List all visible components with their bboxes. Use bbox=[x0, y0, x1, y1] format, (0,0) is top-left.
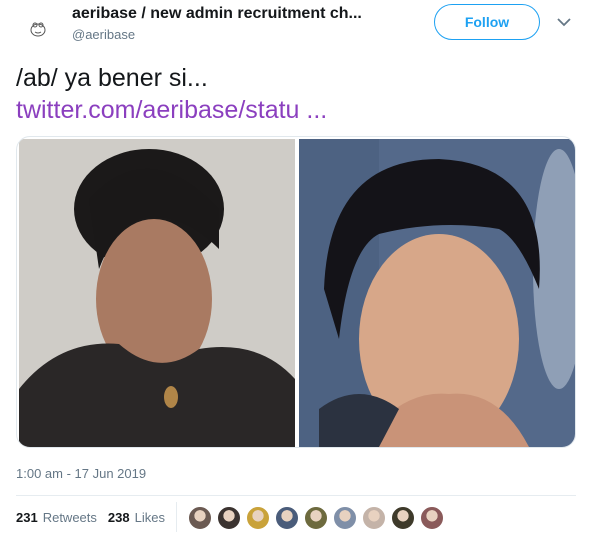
liker-avatar[interactable] bbox=[362, 506, 386, 530]
likes-count[interactable]: 238 bbox=[108, 510, 130, 525]
tweet-link[interactable]: twitter.com/aeribase/statu ... bbox=[16, 94, 327, 126]
tweet-stats: 231 Retweets 238 Likes bbox=[16, 510, 176, 525]
photo-right[interactable] bbox=[299, 139, 575, 447]
retweets-count[interactable]: 231 bbox=[16, 510, 38, 525]
user-handle[interactable]: @aeribase bbox=[72, 27, 135, 42]
tweet-text: /ab/ ya bener si... bbox=[16, 64, 208, 92]
avatar[interactable] bbox=[18, 8, 58, 48]
liker-avatar[interactable] bbox=[304, 506, 328, 530]
chevron-down-icon[interactable] bbox=[556, 16, 572, 28]
frog-doodle-icon bbox=[30, 22, 46, 37]
likes-label[interactable]: Likes bbox=[135, 510, 165, 525]
media-grid bbox=[16, 136, 576, 448]
retweets-label[interactable]: Retweets bbox=[43, 510, 97, 525]
divider bbox=[16, 495, 576, 496]
liker-avatar[interactable] bbox=[333, 506, 357, 530]
stats-divider bbox=[176, 502, 177, 532]
liker-avatar[interactable] bbox=[275, 506, 299, 530]
portrait-photo-right bbox=[299, 139, 575, 447]
liker-avatar[interactable] bbox=[420, 506, 444, 530]
tweet-card: aeribase / new admin recruitment ch... @… bbox=[0, 0, 607, 539]
portrait-photo-left bbox=[19, 139, 295, 447]
follow-button[interactable]: Follow bbox=[434, 4, 540, 40]
liker-avatar[interactable] bbox=[391, 506, 415, 530]
liker-avatar[interactable] bbox=[188, 506, 212, 530]
liker-avatars bbox=[188, 506, 449, 532]
liker-avatar[interactable] bbox=[217, 506, 241, 530]
liker-avatar[interactable] bbox=[246, 506, 270, 530]
tweet-timestamp[interactable]: 1:00 am - 17 Jun 2019 bbox=[16, 466, 146, 481]
photo-left[interactable] bbox=[19, 139, 295, 447]
display-name[interactable]: aeribase / new admin recruitment ch... bbox=[72, 5, 362, 23]
